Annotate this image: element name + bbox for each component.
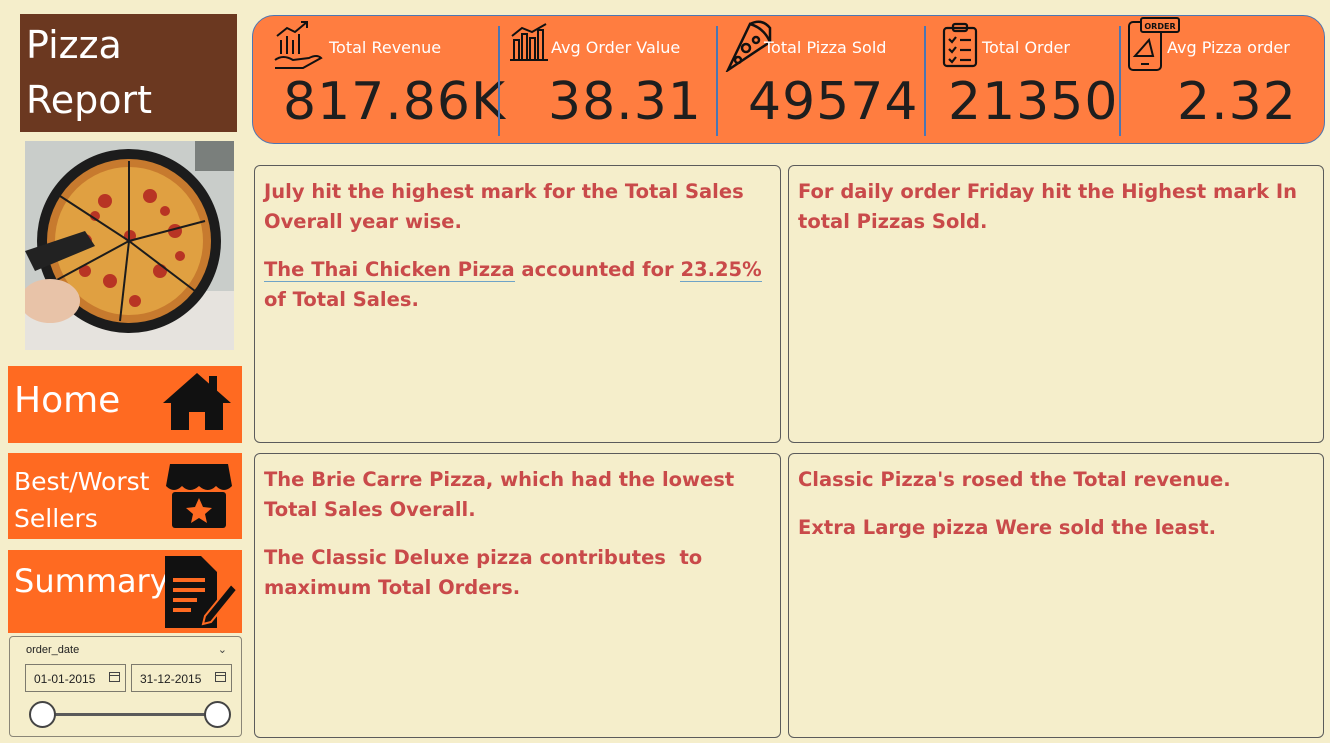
calendar-icon[interactable]: [215, 672, 226, 682]
calendar-icon[interactable]: [109, 672, 120, 682]
kpi-card-avg-order-value: Avg Order Value 38.31: [500, 16, 716, 143]
date-range-track[interactable]: [42, 713, 218, 716]
kpi-value: 49574: [748, 72, 919, 132]
slicer-field-label: order_date: [26, 644, 80, 656]
insight-text: For daily order Friday hit the Highest m…: [798, 180, 1297, 233]
highlight-thai-chicken: The Thai Chicken Pizza: [264, 258, 515, 282]
range-end-handle[interactable]: [204, 701, 231, 728]
nav-best-worst-button[interactable]: Best/Worst Sellers: [8, 453, 242, 539]
insight-text: Extra Large pizza Were sold the least.: [798, 516, 1216, 539]
nav-summary-button[interactable]: Summary: [8, 550, 242, 633]
kpi-label: Avg Pizza order: [1167, 38, 1290, 57]
insight-text: July hit the highest mark for the Total …: [264, 180, 744, 233]
end-date-input[interactable]: 31-12-2015: [131, 664, 232, 692]
store-star-icon: [166, 464, 232, 528]
kpi-value: 38.31: [548, 72, 702, 132]
kpi-card-total-revenue: Total Revenue 817.86K: [253, 16, 505, 143]
start-date-value: 01-01-2015: [34, 672, 96, 686]
nav-best-worst-label: Best/Worst Sellers: [14, 467, 150, 533]
kpi-label: Total Order: [982, 38, 1070, 57]
insight-panel-pizzas: The Brie Carre Pizza, which had the lowe…: [254, 453, 781, 738]
bar-chart-icon: [510, 23, 548, 61]
kpi-label: Total Revenue: [329, 38, 442, 57]
home-icon: [163, 373, 231, 430]
revenue-chart-icon: [274, 21, 323, 69]
kpi-value: 817.86K: [283, 72, 507, 132]
nav-home-button[interactable]: Home: [8, 366, 242, 443]
insight-panel-daily: For daily order Friday hit the Highest m…: [788, 165, 1324, 443]
range-start-handle[interactable]: [29, 701, 56, 728]
insight-text: The Thai Chicken Pizza accounted for 23.…: [264, 255, 771, 315]
document-edit-icon: [165, 556, 237, 628]
end-date-value: 31-12-2015: [140, 672, 202, 686]
insight-text: The Brie Carre Pizza, which had the lowe…: [264, 468, 735, 521]
insight-panel-sales: July hit the highest mark for the Total …: [254, 165, 781, 443]
clipboard-checklist-icon: [942, 22, 978, 68]
nav-summary-label: Summary: [14, 562, 169, 600]
insight-text-part: of Total Sales.: [264, 288, 419, 311]
nav-home-label: Home: [14, 380, 121, 421]
kpi-value: 21350: [948, 72, 1119, 132]
kpi-label: Avg Order Value: [551, 38, 681, 57]
kpi-card-total-pizza-sold: Total Pizza Sold 49574: [718, 16, 924, 143]
kpi-label: Total Pizza Sold: [764, 38, 887, 57]
kpi-value: 2.32: [1177, 72, 1297, 132]
report-title: Pizza Report: [20, 14, 237, 132]
kpi-card-avg-pizza-order: ORDER Avg Pizza order 2.32: [1121, 16, 1324, 143]
insight-text: The Classic Deluxe pizza contributes to …: [264, 546, 710, 599]
svg-text:ORDER: ORDER: [1144, 22, 1175, 31]
kpi-bar: Total Revenue 817.86K Avg Order Value 38…: [252, 15, 1325, 144]
kpi-card-total-order: Total Order 21350: [926, 16, 1119, 143]
title-line-2: Report: [26, 78, 152, 122]
start-date-input[interactable]: 01-01-2015: [25, 664, 126, 692]
pizza-photo: [25, 141, 234, 350]
insight-panel-categories: Classic Pizza's rosed the Total revenue.…: [788, 453, 1324, 738]
title-line-1: Pizza: [26, 23, 122, 67]
insight-text-part: accounted for: [514, 258, 681, 281]
date-slicer: order_date ⌄ 01-01-2015 31-12-2015: [9, 636, 242, 737]
insight-text: Classic Pizza's rosed the Total revenue.: [798, 468, 1231, 491]
highlight-percentage: 23.25%: [680, 258, 762, 282]
chevron-down-icon[interactable]: ⌄: [218, 643, 227, 656]
